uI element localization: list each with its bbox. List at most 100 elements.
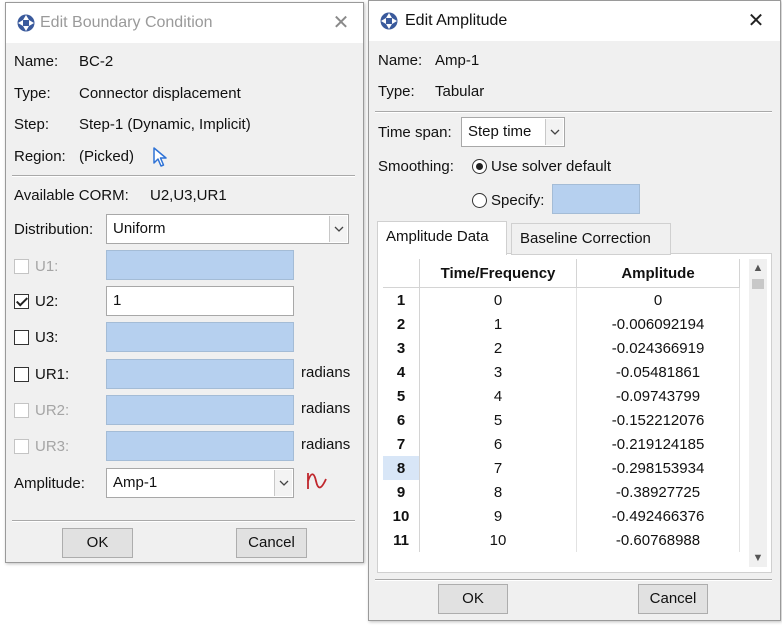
time-cell[interactable]: 8: [419, 480, 577, 504]
amplitude-cell[interactable]: -0.152212076: [576, 408, 740, 432]
u2-checkbox[interactable]: [14, 294, 29, 309]
scroll-thumb[interactable]: [752, 279, 764, 289]
dialog-title: Edit Amplitude: [405, 12, 508, 29]
ok-button[interactable]: OK: [62, 528, 133, 558]
amplitude-cell[interactable]: -0.024366919: [576, 336, 740, 360]
row-number-header: [383, 259, 420, 288]
table-row[interactable]: 9 8 -0.38927725: [383, 480, 740, 504]
table-row[interactable]: 11 10 -0.60768988: [383, 528, 740, 552]
type-label: Type:: [14, 85, 51, 102]
specify-radio[interactable]: [472, 193, 487, 208]
table-row[interactable]: 3 2 -0.024366919: [383, 336, 740, 360]
time-cell[interactable]: 10: [419, 528, 577, 552]
tab-panel: Time/Frequency Amplitude 1 0 0 2 1 -0.0060921…: [377, 253, 772, 573]
use-solver-default-radio[interactable]: [472, 159, 487, 174]
table-row[interactable]: 2 1 -0.006092194: [383, 312, 740, 336]
tab-baseline-correction[interactable]: Baseline Correction: [511, 223, 671, 255]
time-cell[interactable]: 0: [419, 287, 577, 312]
time-cell[interactable]: 2: [419, 336, 577, 360]
amplitude-table[interactable]: Time/Frequency Amplitude 1 0 0 2 1 -0.0060921…: [383, 259, 740, 552]
u3-checkbox[interactable]: [14, 330, 29, 345]
row-number: 8: [383, 456, 420, 480]
amplitude-cell[interactable]: 0: [576, 287, 740, 312]
separator: [375, 111, 772, 113]
ur1-checkbox[interactable]: [14, 367, 29, 382]
amplitude-cell[interactable]: -0.298153934: [576, 456, 740, 480]
time-cell[interactable]: 3: [419, 360, 577, 384]
table-row[interactable]: 10 9 -0.492466376: [383, 504, 740, 528]
table-row[interactable]: 7 6 -0.219124185: [383, 432, 740, 456]
separator: [375, 579, 772, 581]
type-value: Connector displacement: [79, 85, 241, 102]
scroll-down-icon[interactable]: ▼: [749, 549, 767, 567]
close-button[interactable]: ✕: [742, 7, 770, 35]
table-row[interactable]: 100: [383, 287, 740, 312]
amplitude-cell[interactable]: -0.219124185: [576, 432, 740, 456]
ur3-checkbox[interactable]: [14, 439, 29, 454]
ok-button[interactable]: OK: [438, 584, 508, 614]
u1-field[interactable]: [106, 250, 294, 280]
region-label: Region:: [14, 148, 66, 165]
u1-label: U1:: [35, 258, 59, 275]
table-row[interactable]: 6 5 -0.152212076: [383, 408, 740, 432]
cancel-button[interactable]: Cancel: [236, 528, 307, 558]
abaqus-app-icon: [380, 12, 398, 30]
time-cell[interactable]: 5: [419, 408, 577, 432]
table-row[interactable]: 4 3 -0.05481861: [383, 360, 740, 384]
edit-region-pointer-icon[interactable]: [152, 147, 168, 167]
step-label: Step:: [14, 116, 50, 133]
ur3-unit: radians: [301, 436, 351, 453]
row-number: 6: [383, 408, 420, 432]
specify-field[interactable]: [552, 184, 640, 214]
ur2-label: UR2:: [35, 402, 70, 419]
amplitude-cell[interactable]: -0.05481861: [576, 360, 740, 384]
u2-field[interactable]: 1: [106, 286, 294, 316]
u2-label: U2:: [35, 293, 59, 310]
column-header-time[interactable]: Time/Frequency: [419, 259, 577, 288]
distribution-select[interactable]: Uniform: [106, 214, 349, 244]
column-header-amplitude[interactable]: Amplitude: [576, 259, 740, 288]
time-cell[interactable]: 9: [419, 504, 577, 528]
amplitude-select[interactable]: Amp-1: [106, 468, 294, 498]
cancel-button[interactable]: Cancel: [638, 584, 708, 614]
close-button[interactable]: ✕: [327, 9, 355, 37]
table-row[interactable]: 5 4 -0.09743799: [383, 384, 740, 408]
use-solver-default-label[interactable]: Use solver default: [491, 158, 611, 175]
ur3-label: UR3:: [35, 438, 70, 455]
amplitude-cell[interactable]: -0.09743799: [576, 384, 740, 408]
amplitude-cell[interactable]: -0.006092194: [576, 312, 740, 336]
row-number: 10: [383, 504, 420, 528]
tab-amplitude-data[interactable]: Amplitude Data: [377, 221, 507, 255]
time-cell[interactable]: 1: [419, 312, 577, 336]
ur2-checkbox[interactable]: [14, 403, 29, 418]
chevron-down-icon: [274, 470, 292, 496]
time-span-label: Time span:: [378, 124, 452, 141]
amplitude-label: Amplitude:: [14, 475, 85, 492]
time-span-select[interactable]: Step time: [461, 117, 565, 147]
ur1-field[interactable]: [106, 359, 294, 389]
row-number: 11: [383, 528, 420, 552]
type-value: Tabular: [435, 83, 485, 100]
time-cell[interactable]: 7: [419, 456, 577, 480]
u3-label: U3:: [35, 329, 59, 346]
ur3-field[interactable]: [106, 431, 294, 461]
available-corm-value: U2,U3,UR1: [150, 187, 227, 204]
create-amplitude-icon[interactable]: [305, 471, 329, 491]
row-number: 7: [383, 432, 420, 456]
u3-field[interactable]: [106, 322, 294, 352]
ur2-field[interactable]: [106, 395, 294, 425]
scroll-up-icon[interactable]: ▲: [749, 259, 767, 277]
u1-checkbox[interactable]: [14, 259, 29, 274]
title-bar[interactable]: Edit Amplitude ✕: [369, 1, 780, 41]
title-bar[interactable]: Edit Boundary Condition ✕: [6, 3, 363, 43]
ur2-unit: radians: [301, 400, 351, 417]
edit-boundary-condition-dialog: Edit Boundary Condition ✕ Name: BC-2 Typ…: [5, 2, 364, 563]
amplitude-cell[interactable]: -0.38927725: [576, 480, 740, 504]
amplitude-cell[interactable]: -0.60768988: [576, 528, 740, 552]
table-scrollbar[interactable]: ▲ ▼: [749, 259, 767, 567]
time-cell[interactable]: 6: [419, 432, 577, 456]
amplitude-cell[interactable]: -0.492466376: [576, 504, 740, 528]
time-cell[interactable]: 4: [419, 384, 577, 408]
specify-label[interactable]: Specify:: [491, 192, 544, 209]
table-row[interactable]: 8 7 -0.298153934: [383, 456, 740, 480]
